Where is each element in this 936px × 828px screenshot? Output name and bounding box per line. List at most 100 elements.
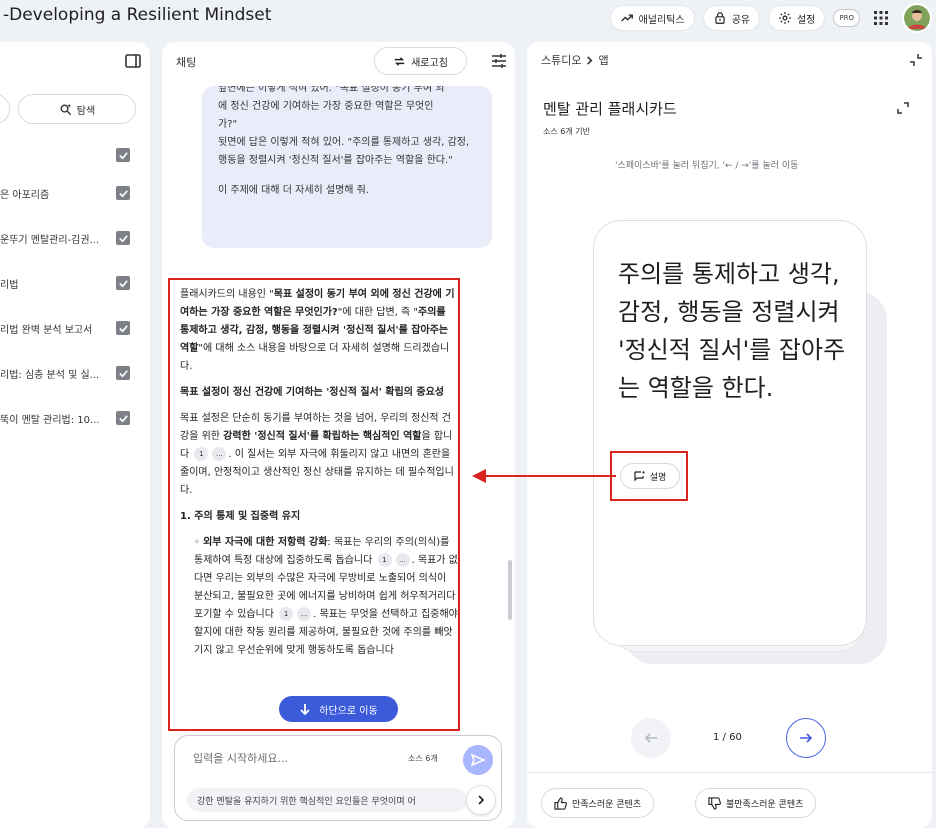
- studio-panel: 스튜디오 앱 멘탈 관리 플래시카드 소스 6개 기반 '스페이스바'를 눌러 …: [527, 42, 932, 828]
- citation-chip[interactable]: 1: [279, 607, 294, 621]
- thumbs-down-button[interactable]: 불만족스러운 콘텐츠: [695, 788, 817, 818]
- check-icon: [118, 189, 128, 197]
- check-icon: [118, 151, 128, 159]
- expand-icon[interactable]: [895, 100, 911, 116]
- settings-button[interactable]: 설정: [767, 5, 826, 31]
- add-source-button[interactable]: [0, 94, 10, 124]
- citation-chip[interactable]: 1: [194, 447, 209, 461]
- scroll-to-bottom-button[interactable]: 하단으로 이동: [279, 696, 398, 722]
- chat-scrollbar[interactable]: [508, 560, 512, 620]
- source-checkbox[interactable]: [116, 366, 130, 380]
- source-row[interactable]: 리법: [0, 273, 130, 293]
- source-label: 리법: 심층 분석 및 실...: [0, 369, 100, 381]
- source-basis: 소스 6개 기반: [543, 127, 590, 136]
- chat-panel: 채팅 새로고침 앞면에는 이렇게 적혀 있어. "목표 설정이 동기 부여 외 …: [162, 42, 515, 828]
- explore-button[interactable]: 탐색: [18, 94, 136, 124]
- share-label: 공유: [731, 14, 750, 26]
- thumbs-up-label: 만족스러운 콘텐츠: [572, 799, 642, 810]
- source-row-select-all[interactable]: [0, 145, 130, 165]
- user-message-back: 뒷면에 답은 이렇게 적혀 있어. "주의를 통제하고 생각, 감정, 행동을 …: [218, 137, 470, 166]
- gear-icon: [779, 12, 791, 24]
- source-label: 은 아포리즘: [0, 189, 50, 201]
- send-icon: [471, 753, 485, 767]
- send-button[interactable]: [463, 745, 493, 775]
- source-row[interactable]: 운뚜기 멘탈관리-김권...: [0, 228, 130, 248]
- flashcard[interactable]: 주의를 통제하고 생각, 감정, 행동을 정렬시켜 '정신적 질서'를 잡아주는…: [593, 220, 867, 646]
- answer-paragraph: 목표 설정은 단순히 동기를 부여하는 것을 넘어, 우리의 정신적 건강을 위…: [180, 413, 454, 496]
- source-row[interactable]: 리법 완벽 분석 보고서: [0, 318, 130, 338]
- annotation-arrow-icon: [472, 469, 616, 483]
- citation-more-chip[interactable]: ...: [297, 607, 312, 621]
- source-checkbox[interactable]: [116, 411, 130, 425]
- check-icon: [118, 234, 128, 242]
- source-label: 뚝이 멘탈 관리법: 10...: [0, 414, 100, 426]
- flashcard-title: 멘탈 관리 플래시카드: [543, 100, 677, 118]
- answer-section-title: 1. 주의 통제 및 집중력 유지: [180, 511, 301, 522]
- trending-up-icon: [620, 14, 633, 22]
- arrow-left-icon: [644, 733, 657, 743]
- refresh-icon: [394, 56, 405, 66]
- chat-input-box[interactable]: 입력을 시작하세요... 소스 6개 강한 멘탈을 유지하기 위한 핵심적인 요…: [174, 735, 502, 821]
- share-button[interactable]: 공유: [702, 5, 760, 31]
- source-checkbox[interactable]: [116, 321, 130, 335]
- refresh-button[interactable]: 새로고침: [374, 47, 467, 75]
- tune-icon[interactable]: [490, 52, 508, 70]
- scroll-to-bottom-label: 하단으로 이동: [319, 705, 378, 717]
- thumbs-up-button[interactable]: 만족스러운 콘텐츠: [541, 788, 655, 818]
- annotation-highlight: 설명: [610, 451, 688, 501]
- source-checkbox[interactable]: [116, 148, 130, 162]
- top-actions: 애널리틱스 공유 설정 PRO: [609, 3, 936, 33]
- card-pager: 1 / 60: [713, 732, 742, 743]
- breadcrumb: 스튜디오 앱: [541, 52, 609, 68]
- answer-bullet: ◦ 외부 자극에 대한 저항력 강화: 목표는 우리의 주의(의식)를 통제하여…: [194, 537, 458, 656]
- chat-input[interactable]: 입력을 시작하세요...: [193, 750, 288, 766]
- sparkle-search-icon: [60, 103, 71, 115]
- source-checkbox[interactable]: [116, 186, 130, 200]
- explain-button[interactable]: 설명: [620, 463, 680, 489]
- source-row[interactable]: 은 아포리즘: [0, 183, 130, 203]
- source-label: 리법: [0, 279, 19, 291]
- check-icon: [118, 414, 128, 422]
- citation-chip[interactable]: 1: [377, 553, 392, 567]
- source-label: 운뚜기 멘탈관리-김권...: [0, 234, 100, 246]
- source-row[interactable]: 뚝이 멘탈 관리법: 10...: [0, 408, 130, 428]
- chevron-right-icon: [587, 55, 593, 65]
- previous-card-button[interactable]: [631, 718, 671, 758]
- citation-more-chip[interactable]: ...: [212, 447, 227, 461]
- analytics-label: 애널리틱스: [638, 14, 685, 26]
- user-message-request: 이 주제에 대해 더 자세히 설명해 줘.: [218, 185, 370, 196]
- avatar[interactable]: [902, 3, 932, 33]
- apps-grid-icon[interactable]: [868, 5, 894, 31]
- source-checkbox[interactable]: [116, 231, 130, 245]
- lock-icon: [714, 12, 725, 24]
- chat-title: 채팅: [176, 56, 197, 69]
- sparkle-chat-icon: [634, 470, 645, 482]
- next-card-button[interactable]: [786, 718, 826, 758]
- panel-toggle-icon[interactable]: [124, 52, 142, 70]
- top-bar: -Developing a Resilient Mindset 애널리틱스 공유…: [0, 0, 936, 34]
- sources-panel: 탐색 은 아포리즘 운뚜기 멘탈관리-김권... 리법 리법 완벽 분석 보고서…: [0, 42, 150, 828]
- check-icon: [118, 324, 128, 332]
- chevron-right-icon: [478, 795, 485, 805]
- answer-heading: 목표 설정이 정신 건강에 기여하는 '정신적 질서' 확립의 중요성: [180, 387, 444, 398]
- user-message-line: 에 정신 건강에 기여하는 가장 중요한 역할은 무엇인: [218, 101, 434, 112]
- source-row[interactable]: 리법: 심층 분석 및 실...: [0, 363, 130, 383]
- citation-more-chip[interactable]: ...: [395, 553, 410, 567]
- check-icon: [118, 279, 128, 287]
- check-icon: [118, 369, 128, 377]
- notebook-title[interactable]: -Developing a Resilient Mindset: [3, 5, 271, 25]
- collapse-icon[interactable]: [908, 52, 924, 68]
- breadcrumb-app: 앱: [598, 54, 609, 67]
- user-message-line: 가?": [218, 119, 238, 130]
- keyboard-hint: '스페이스바'를 눌러 뒤집기, '← / →'를 눌러 이동: [615, 161, 799, 171]
- source-label: 리법 완벽 분석 보고서: [0, 324, 93, 336]
- thumbs-up-icon: [554, 796, 567, 810]
- suggested-question[interactable]: 강한 멘탈을 유지하기 위한 핵심적인 요인들은 무엇이며 어: [187, 788, 467, 812]
- explain-label: 설명: [649, 472, 667, 483]
- source-checkbox[interactable]: [116, 276, 130, 290]
- next-suggestion-button[interactable]: [466, 785, 496, 815]
- breadcrumb-studio[interactable]: 스튜디오: [541, 52, 581, 68]
- analytics-button[interactable]: 애널리틱스: [609, 5, 695, 31]
- pro-badge: PRO: [833, 9, 860, 27]
- arrow-down-icon: [300, 704, 310, 715]
